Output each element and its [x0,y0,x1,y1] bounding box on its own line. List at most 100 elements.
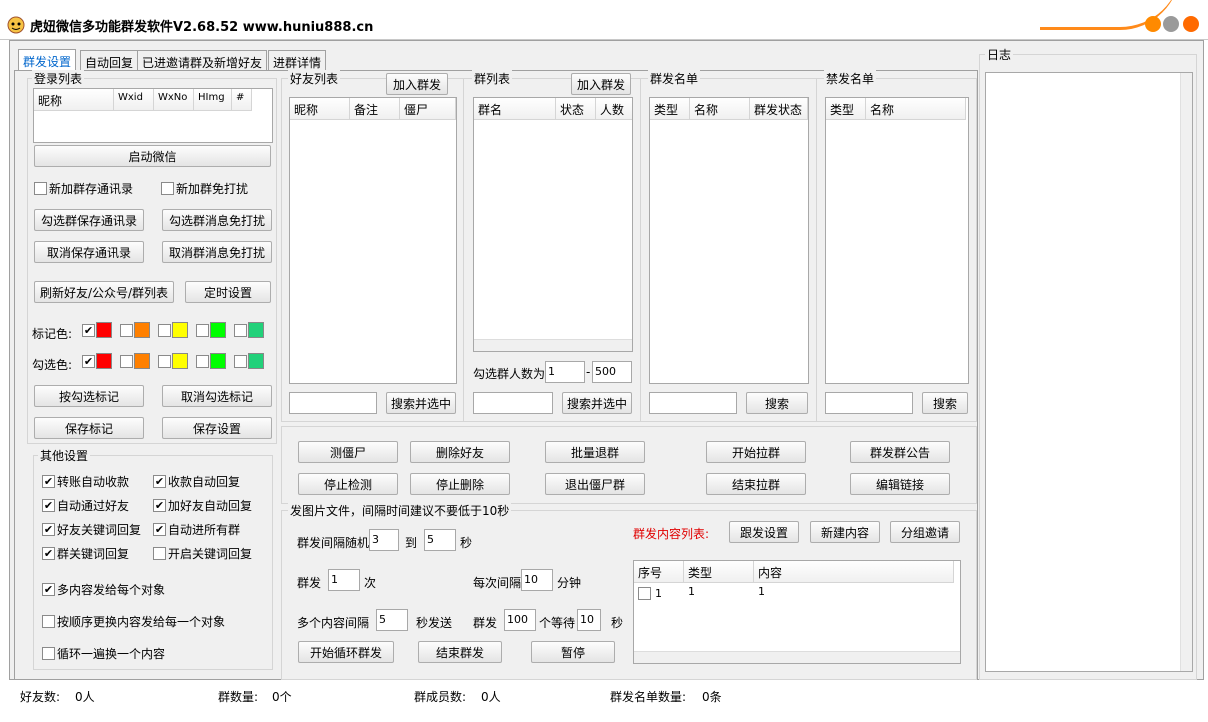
col-himg[interactable]: HImg [194,89,232,111]
swatch-checkbox[interactable] [196,323,209,337]
mute-checked-groups-button[interactable]: 勾选群消息免打扰 [162,209,272,231]
other-setting-checkbox[interactable]: ✔ 自动通过好友 [42,497,129,514]
groups-count-min[interactable]: 1 [545,361,585,383]
col-wxid[interactable]: Wxid [114,89,154,111]
action-button[interactable]: 群发群公告 [850,441,950,463]
friends-col-remark[interactable]: 备注 [350,98,400,120]
timer-settings-button[interactable]: 定时设置 [185,281,271,303]
save-mark-button[interactable]: 保存标记 [34,417,144,439]
color-swatch[interactable] [158,353,188,369]
pause-button[interactable]: 暂停 [531,641,615,663]
groups-search-button[interactable]: 搜索并选中 [562,392,632,414]
swatch-checkbox[interactable] [234,354,247,368]
groups-add-button[interactable]: 加入群发 [571,73,631,95]
friends-col-nickname[interactable]: 昵称 [290,98,350,120]
content-row[interactable]: 1 1 1 [634,585,960,601]
stop-send-button[interactable]: 结束群发 [418,641,502,663]
color-swatch[interactable] [196,353,226,369]
friends-add-button[interactable]: 加入群发 [386,73,448,95]
content-list[interactable]: 序号 类型 内容 1 1 1 [633,560,961,664]
minimize-button[interactable] [1145,16,1161,32]
wait-input[interactable]: 10 [577,609,601,631]
sendlist-list[interactable]: 类型 名称 群发状态 [649,97,809,384]
color-swatch[interactable] [196,322,226,338]
col-nickname[interactable]: 昵称 [34,89,114,111]
sendlist-search-button[interactable]: 搜索 [746,392,808,414]
friends-list[interactable]: 昵称 备注 僵尸 [289,97,457,384]
groups-hscrollbar[interactable] [474,339,632,351]
groups-col-count[interactable]: 人数 [596,98,632,120]
action-button[interactable]: 结束拉群 [706,473,806,495]
groups-col-name[interactable]: 群名 [474,98,556,120]
groups-col-status[interactable]: 状态 [556,98,596,120]
multi-content-checkbox[interactable]: ✔ 多内容发给每个对象 [42,581,165,598]
multi-interval-input[interactable]: 5 [376,609,408,631]
other-setting-checkbox[interactable]: ✔ 转账自动收款 [42,473,129,490]
new-content-button[interactable]: 新建内容 [810,521,880,543]
action-button[interactable]: 批量退群 [545,441,645,463]
other-setting-checkbox[interactable]: ✔ 加好友自动回复 [153,497,252,514]
times-input[interactable]: 1 [328,569,360,591]
content-col-type[interactable]: 类型 [684,561,754,583]
col-wxno[interactable]: WxNo [154,89,194,111]
action-button[interactable]: 删除好友 [410,441,510,463]
check-color-swatches[interactable]: ✔ [82,353,264,369]
cancel-mute-button[interactable]: 取消群消息免打扰 [162,241,272,263]
banlist-col-type[interactable]: 类型 [826,98,866,120]
other-setting-checkbox[interactable]: ✔ 自动进所有群 [153,521,240,538]
banlist-list[interactable]: 类型 名称 [825,97,969,384]
close-button[interactable] [1183,16,1199,32]
cancel-save-button[interactable]: 取消保存通讯录 [34,241,144,263]
swatch-checkbox[interactable] [234,323,247,337]
tab-auto-reply[interactable]: 自动回复 [80,50,139,70]
banlist-search-input[interactable] [825,392,913,414]
col-hash[interactable]: # [232,89,252,111]
action-button[interactable]: 编辑链接 [850,473,950,495]
content-col-content[interactable]: 内容 [754,561,954,583]
log-vscrollbar[interactable] [1180,73,1192,671]
swatch-checkbox[interactable] [196,354,209,368]
sendlist-col-status[interactable]: 群发状态 [750,98,808,120]
group-invite-button[interactable]: 分组邀请 [890,521,960,543]
groups-count-max[interactable]: 500 [592,361,632,383]
unmark-checked-button[interactable]: 取消勾选标记 [162,385,272,407]
login-list[interactable]: 昵称 Wxid WxNo HImg # [33,88,273,143]
color-swatch[interactable] [120,322,150,338]
color-swatch[interactable]: ✔ [82,322,112,338]
action-button[interactable]: 退出僵尸群 [545,473,645,495]
color-swatch[interactable] [120,353,150,369]
other-setting-checkbox[interactable]: ✔ 群关键词回复 [42,545,129,562]
action-button[interactable]: 停止删除 [410,473,510,495]
sendlist-search-input[interactable] [649,392,737,414]
row-checkbox[interactable] [638,586,651,600]
groups-list[interactable]: 群名 状态 人数 [473,97,633,352]
sendlist-col-type[interactable]: 类型 [650,98,690,120]
other-setting-checkbox[interactable]: ✔ 收款自动回复 [153,473,240,490]
friends-search-button[interactable]: 搜索并选中 [386,392,456,414]
refresh-lists-button[interactable]: 刷新好友/公众号/群列表 [34,281,174,303]
mark-color-swatches[interactable]: ✔ [82,322,264,338]
color-swatch[interactable] [234,322,264,338]
friends-search-input[interactable] [289,392,377,414]
start-loop-send-button[interactable]: 开始循环群发 [298,641,394,663]
interval-min-input[interactable]: 3 [369,529,399,551]
friends-col-zombie[interactable]: 僵尸 [400,98,456,120]
mark-checked-button[interactable]: 按勾选标记 [34,385,144,407]
sequential-content-checkbox[interactable]: 按顺序更换内容发给每一个对象 [42,613,225,630]
swatch-checkbox[interactable] [158,323,171,337]
batch-input[interactable]: 100 [504,609,536,631]
every-input[interactable]: 10 [521,569,553,591]
banlist-search-button[interactable]: 搜索 [922,392,968,414]
swatch-checkbox[interactable]: ✔ [82,354,95,368]
other-setting-checkbox[interactable]: ✔ 好友关键词回复 [42,521,141,538]
tab-group-send[interactable]: 群发设置 [18,49,77,71]
new-group-save-checkbox[interactable]: 新加群存通讯录 [34,180,133,197]
save-settings-button[interactable]: 保存设置 [162,417,272,439]
swatch-checkbox[interactable] [120,354,133,368]
action-button[interactable]: 停止检测 [298,473,398,495]
swatch-checkbox[interactable] [120,323,133,337]
content-hscrollbar[interactable] [634,651,960,663]
swatch-checkbox[interactable]: ✔ [82,323,95,337]
log-textarea[interactable] [985,72,1193,672]
color-swatch[interactable] [234,353,264,369]
